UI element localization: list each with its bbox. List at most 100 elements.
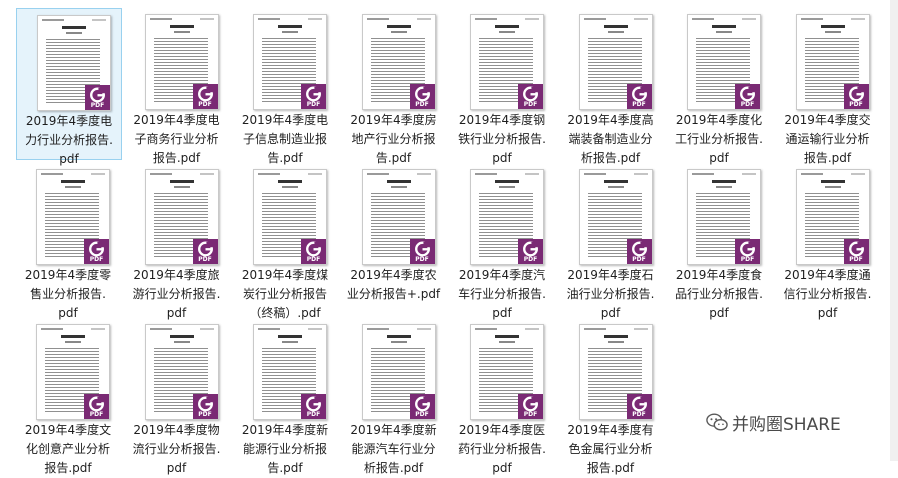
- file-item[interactable]: PDF 2019年4季度交 通运输行业分析 报告.pdf: [776, 8, 882, 165]
- pdf-badge-label: PDF: [89, 411, 104, 418]
- file-name-label: 2019年4季度旅 游行业分析报告. pdf: [132, 268, 221, 320]
- page-header-line: [692, 173, 714, 175]
- page-header-line: [800, 18, 823, 20]
- pdf-badge-label: PDF: [306, 101, 321, 108]
- page-title-line: [62, 26, 86, 29]
- pdf-badge: PDF: [84, 394, 109, 419]
- file-item[interactable]: PDF 2019年4季度医 药行业分析报告. pdf: [450, 318, 556, 475]
- vertical-scrollbar[interactable]: [890, 0, 898, 461]
- page-title-line: [712, 180, 736, 183]
- pdf-badge: PDF: [626, 84, 652, 109]
- page-subtitle-line: [282, 31, 298, 33]
- file-name-label: 2019年4季度零 售业分析报告. pdf: [24, 268, 112, 320]
- page-header-line: [91, 328, 105, 330]
- page-title-line: [712, 25, 736, 28]
- pdf-thumbnail: PDF: [470, 169, 544, 265]
- page-header-line: [525, 173, 539, 175]
- file-item[interactable]: PDF 2019年4季度电 子商务行业分析 报告.pdf: [125, 8, 231, 165]
- pdf-badge-label: PDF: [523, 411, 538, 418]
- pdf-thumbnail: PDF: [144, 324, 219, 420]
- page-header-line: [633, 328, 648, 330]
- page-header-line: [475, 18, 497, 20]
- page-title-line: [169, 335, 194, 338]
- file-name-label: 2019年4季度房 地产行业分析报 告.pdf: [350, 113, 437, 165]
- page-subtitle-line: [607, 341, 624, 343]
- file-name-label: 2019年4季度新 能源行业分析报 告.pdf: [241, 423, 329, 475]
- pdf-badge: PDF: [518, 394, 543, 419]
- page-title-line: [169, 180, 194, 183]
- page-title-line: [386, 335, 411, 338]
- pdf-badge: PDF: [301, 239, 326, 264]
- file-item[interactable]: PDF 2019年4季度化 工行业分析报告. pdf: [667, 8, 773, 165]
- pdf-badge-label: PDF: [198, 411, 212, 418]
- file-item[interactable]: PDF 2019年4季度新 能源汽车行业分 析报告.pdf: [342, 318, 448, 475]
- file-item[interactable]: PDF 2019年4季度钢 铁行业分析报告. pdf: [450, 8, 556, 165]
- file-item[interactable]: PDF 2019年4季度文 化创意产业分析 报告.pdf: [16, 318, 122, 475]
- file-item[interactable]: PDF 2019年4季度旅 游行业分析报告. pdf: [125, 163, 231, 320]
- pdf-thumbnail: PDF: [361, 14, 436, 110]
- file-name-label: 2019年4季度煤 炭行业分析报告 （终稿）.pdf: [241, 268, 329, 320]
- page-subtitle-line: [716, 31, 732, 33]
- file-item[interactable]: PDF 2019年4季度通 信行业分析报告. pdf: [776, 163, 882, 320]
- page-header-line: [633, 18, 648, 20]
- file-item[interactable]: PDF 2019年4季度食 品行业分析报告. pdf: [667, 163, 773, 320]
- page-header-line: [92, 19, 106, 21]
- pdf-thumbnail: PDF: [687, 14, 761, 110]
- page-subtitle-line: [607, 186, 624, 188]
- file-grid: PDF 2019年4季度电 力行业分析报告. pdf PDF 2019年4季度电…: [16, 8, 882, 475]
- pdf-badge: PDF: [626, 394, 652, 419]
- page-header-line: [366, 18, 389, 20]
- page-title-line: [386, 25, 411, 28]
- page-title-line: [495, 25, 519, 28]
- file-name-label: 2019年4季度汽 车行业分析报告. pdf: [458, 268, 546, 320]
- page-header-line: [416, 173, 431, 175]
- page-title-line: [603, 25, 628, 28]
- pdf-badge-label: PDF: [849, 256, 863, 263]
- page-header-line: [416, 328, 431, 330]
- file-item[interactable]: PDF 2019年4季度新 能源行业分析报 告.pdf: [233, 318, 339, 475]
- page-header-line: [308, 173, 322, 175]
- pdf-thumbnail: PDF: [37, 15, 111, 111]
- page-subtitle-line: [65, 341, 81, 343]
- page-header-line: [583, 18, 606, 20]
- page-title-line: [386, 180, 411, 183]
- page-subtitle-line: [66, 32, 82, 34]
- page-subtitle-line: [824, 31, 841, 33]
- file-name-label: 2019年4季度交 通运输行业分析 报告.pdf: [784, 113, 871, 165]
- page-header-line: [41, 173, 63, 175]
- file-item[interactable]: PDF 2019年4季度农 业分析报告+.pdf: [342, 163, 448, 315]
- file-item[interactable]: PDF 2019年4季度有 色金属行业分析 报告.pdf: [559, 318, 665, 475]
- file-name-label: 2019年4季度有 色金属行业分析 报告.pdf: [567, 423, 654, 475]
- page-header-line: [583, 173, 606, 175]
- file-item[interactable]: PDF 2019年4季度零 售业分析报告. pdf: [16, 163, 122, 320]
- page-title-line: [495, 335, 519, 338]
- file-name-label: 2019年4季度通 信行业分析报告. pdf: [783, 268, 872, 320]
- file-name-label: 2019年4季度电 子商务行业分析 报告.pdf: [133, 113, 220, 165]
- watermark: 并购圈SHARE: [706, 410, 841, 435]
- file-item[interactable]: PDF 2019年4季度房 地产行业分析报 告.pdf: [342, 8, 448, 165]
- pdf-thumbnail: PDF: [361, 324, 436, 420]
- page-title-line: [820, 180, 845, 183]
- file-item[interactable]: PDF 2019年4季度石 油行业分析报告. pdf: [559, 163, 665, 320]
- page-header-line: [41, 328, 63, 330]
- file-name-label: 2019年4季度电 子信息制造业报 告.pdf: [241, 113, 329, 165]
- pdf-thumbnail: PDF: [253, 169, 327, 265]
- page-header-line: [149, 328, 172, 330]
- file-name-label: 2019年4季度医 药行业分析报告. pdf: [458, 423, 546, 475]
- pdf-badge-label: PDF: [198, 256, 212, 263]
- page-header-line: [149, 173, 172, 175]
- page-header-line: [583, 328, 606, 330]
- page-subtitle-line: [499, 341, 515, 343]
- file-item[interactable]: PDF 2019年4季度电 子信息制造业报 告.pdf: [233, 8, 339, 165]
- page-header-line: [308, 18, 322, 20]
- file-item[interactable]: PDF 2019年4季度高 端装备制造业分 析报告.pdf: [559, 8, 665, 165]
- pdf-thumbnail: PDF: [253, 324, 327, 420]
- page-subtitle-line: [173, 186, 190, 188]
- watermark-text: 并购圈SHARE: [732, 414, 841, 435]
- file-item[interactable]: PDF 2019年4季度物 流行业分析报告. pdf: [125, 318, 231, 475]
- page-header-line: [308, 328, 322, 330]
- file-item[interactable]: PDF 2019年4季度汽 车行业分析报告. pdf: [450, 163, 556, 320]
- file-item[interactable]: PDF 2019年4季度煤 炭行业分析报告 （终稿）.pdf: [233, 163, 339, 320]
- file-item[interactable]: PDF 2019年4季度电 力行业分析报告. pdf: [16, 8, 122, 166]
- page-subtitle-line: [65, 186, 81, 188]
